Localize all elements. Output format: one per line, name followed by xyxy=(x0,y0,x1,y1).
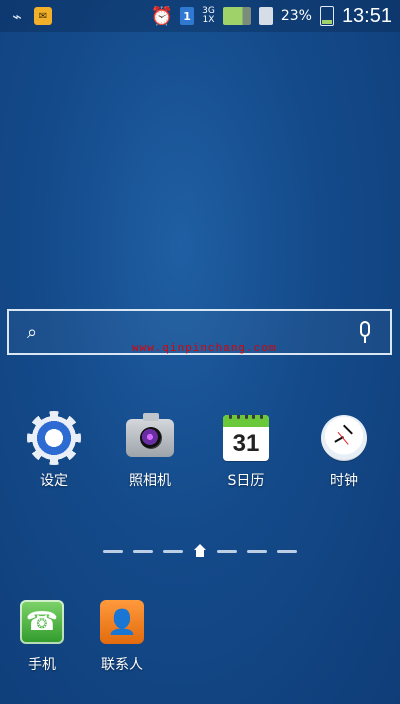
app-calendar[interactable]: 31 S日历 xyxy=(206,414,286,490)
clock-icon[interactable] xyxy=(320,414,368,462)
phone-icon[interactable]: ☎ xyxy=(18,598,66,646)
status-bar-right: ⏰ 1 3G 1X 23% 13:51 xyxy=(150,4,392,28)
app-label-clock: 时钟 xyxy=(330,473,358,489)
page-dash[interactable] xyxy=(277,549,297,553)
battery-icon xyxy=(319,6,334,26)
dock-app-phone[interactable]: ☎ 手机 xyxy=(2,598,82,674)
app-label-calendar: S日历 xyxy=(227,473,265,489)
mic-stem xyxy=(364,337,366,343)
sim-1-icon: 1 xyxy=(180,7,195,25)
page-indicator[interactable] xyxy=(0,544,400,558)
home-page-icon[interactable] xyxy=(193,544,207,558)
page-dash[interactable] xyxy=(133,549,153,553)
page-dash[interactable] xyxy=(217,549,237,553)
settings-gear-icon[interactable] xyxy=(27,411,81,465)
calendar-rings-icon xyxy=(229,415,263,419)
calendar-ring-icon xyxy=(260,415,263,419)
calendar-ring-icon xyxy=(229,415,232,419)
battery-percent: 23% xyxy=(280,8,312,24)
calendar-ring-icon xyxy=(252,415,256,419)
watermark: www.qinpinchang.com xyxy=(132,343,277,355)
camera-icon[interactable] xyxy=(126,413,174,462)
alarm-icon: ⏰ xyxy=(150,5,174,27)
page-dash[interactable] xyxy=(103,549,123,553)
contacts-icon[interactable]: 👤 xyxy=(98,598,146,646)
contacts-person-icon: 👤 xyxy=(107,608,137,636)
calendar-icon: 31 xyxy=(223,415,269,461)
calendar-ring-icon xyxy=(236,415,240,419)
page-dash[interactable] xyxy=(163,549,183,553)
clock-hour-hand xyxy=(343,424,353,435)
calendar-icon[interactable]: 31 xyxy=(222,414,270,462)
usb-icon: ⌁ xyxy=(12,6,22,26)
sd-card-icon xyxy=(258,7,273,25)
app-settings[interactable]: 设定 xyxy=(14,411,94,490)
settings-gear-icon xyxy=(27,411,81,465)
dock-label-contacts: 联系人 xyxy=(101,657,143,673)
calendar-day: 31 xyxy=(232,430,260,457)
network-3g-icon: 3G 1X xyxy=(202,7,215,25)
mic-capsule xyxy=(360,321,370,337)
calendar-top xyxy=(223,415,269,427)
calendar-ring-icon xyxy=(244,415,248,419)
app-clock[interactable]: 时钟 xyxy=(304,414,384,490)
app-camera[interactable]: 照相机 xyxy=(110,413,190,490)
phone-handset-icon: ☎ xyxy=(25,607,59,637)
clock-time: 13:51 xyxy=(341,4,392,27)
page-dash[interactable] xyxy=(247,549,267,553)
status-bar-left: ⌁ ✉ xyxy=(8,6,52,26)
camera-icon xyxy=(126,413,174,457)
search-icon[interactable]: ⌕ xyxy=(27,323,47,343)
signal-icon xyxy=(222,7,251,25)
app-label-camera: 照相机 xyxy=(129,473,171,489)
dock-app-contacts[interactable]: 👤 联系人 xyxy=(82,598,162,674)
notification-icon[interactable]: ✉ xyxy=(34,7,52,25)
mic-icon[interactable] xyxy=(356,321,374,347)
contacts-icon: 👤 xyxy=(100,600,144,644)
status-bar: ⌁ ✉ ⏰ 1 3G 1X 23% 13:51 xyxy=(0,0,400,32)
camera-lens-icon xyxy=(140,427,162,449)
phone-icon: ☎ xyxy=(20,600,64,644)
app-label-settings: 设定 xyxy=(40,473,68,489)
clock-icon xyxy=(321,415,367,461)
dock-label-phone: 手机 xyxy=(28,657,56,673)
network-bottom-label: 1X xyxy=(202,15,215,25)
